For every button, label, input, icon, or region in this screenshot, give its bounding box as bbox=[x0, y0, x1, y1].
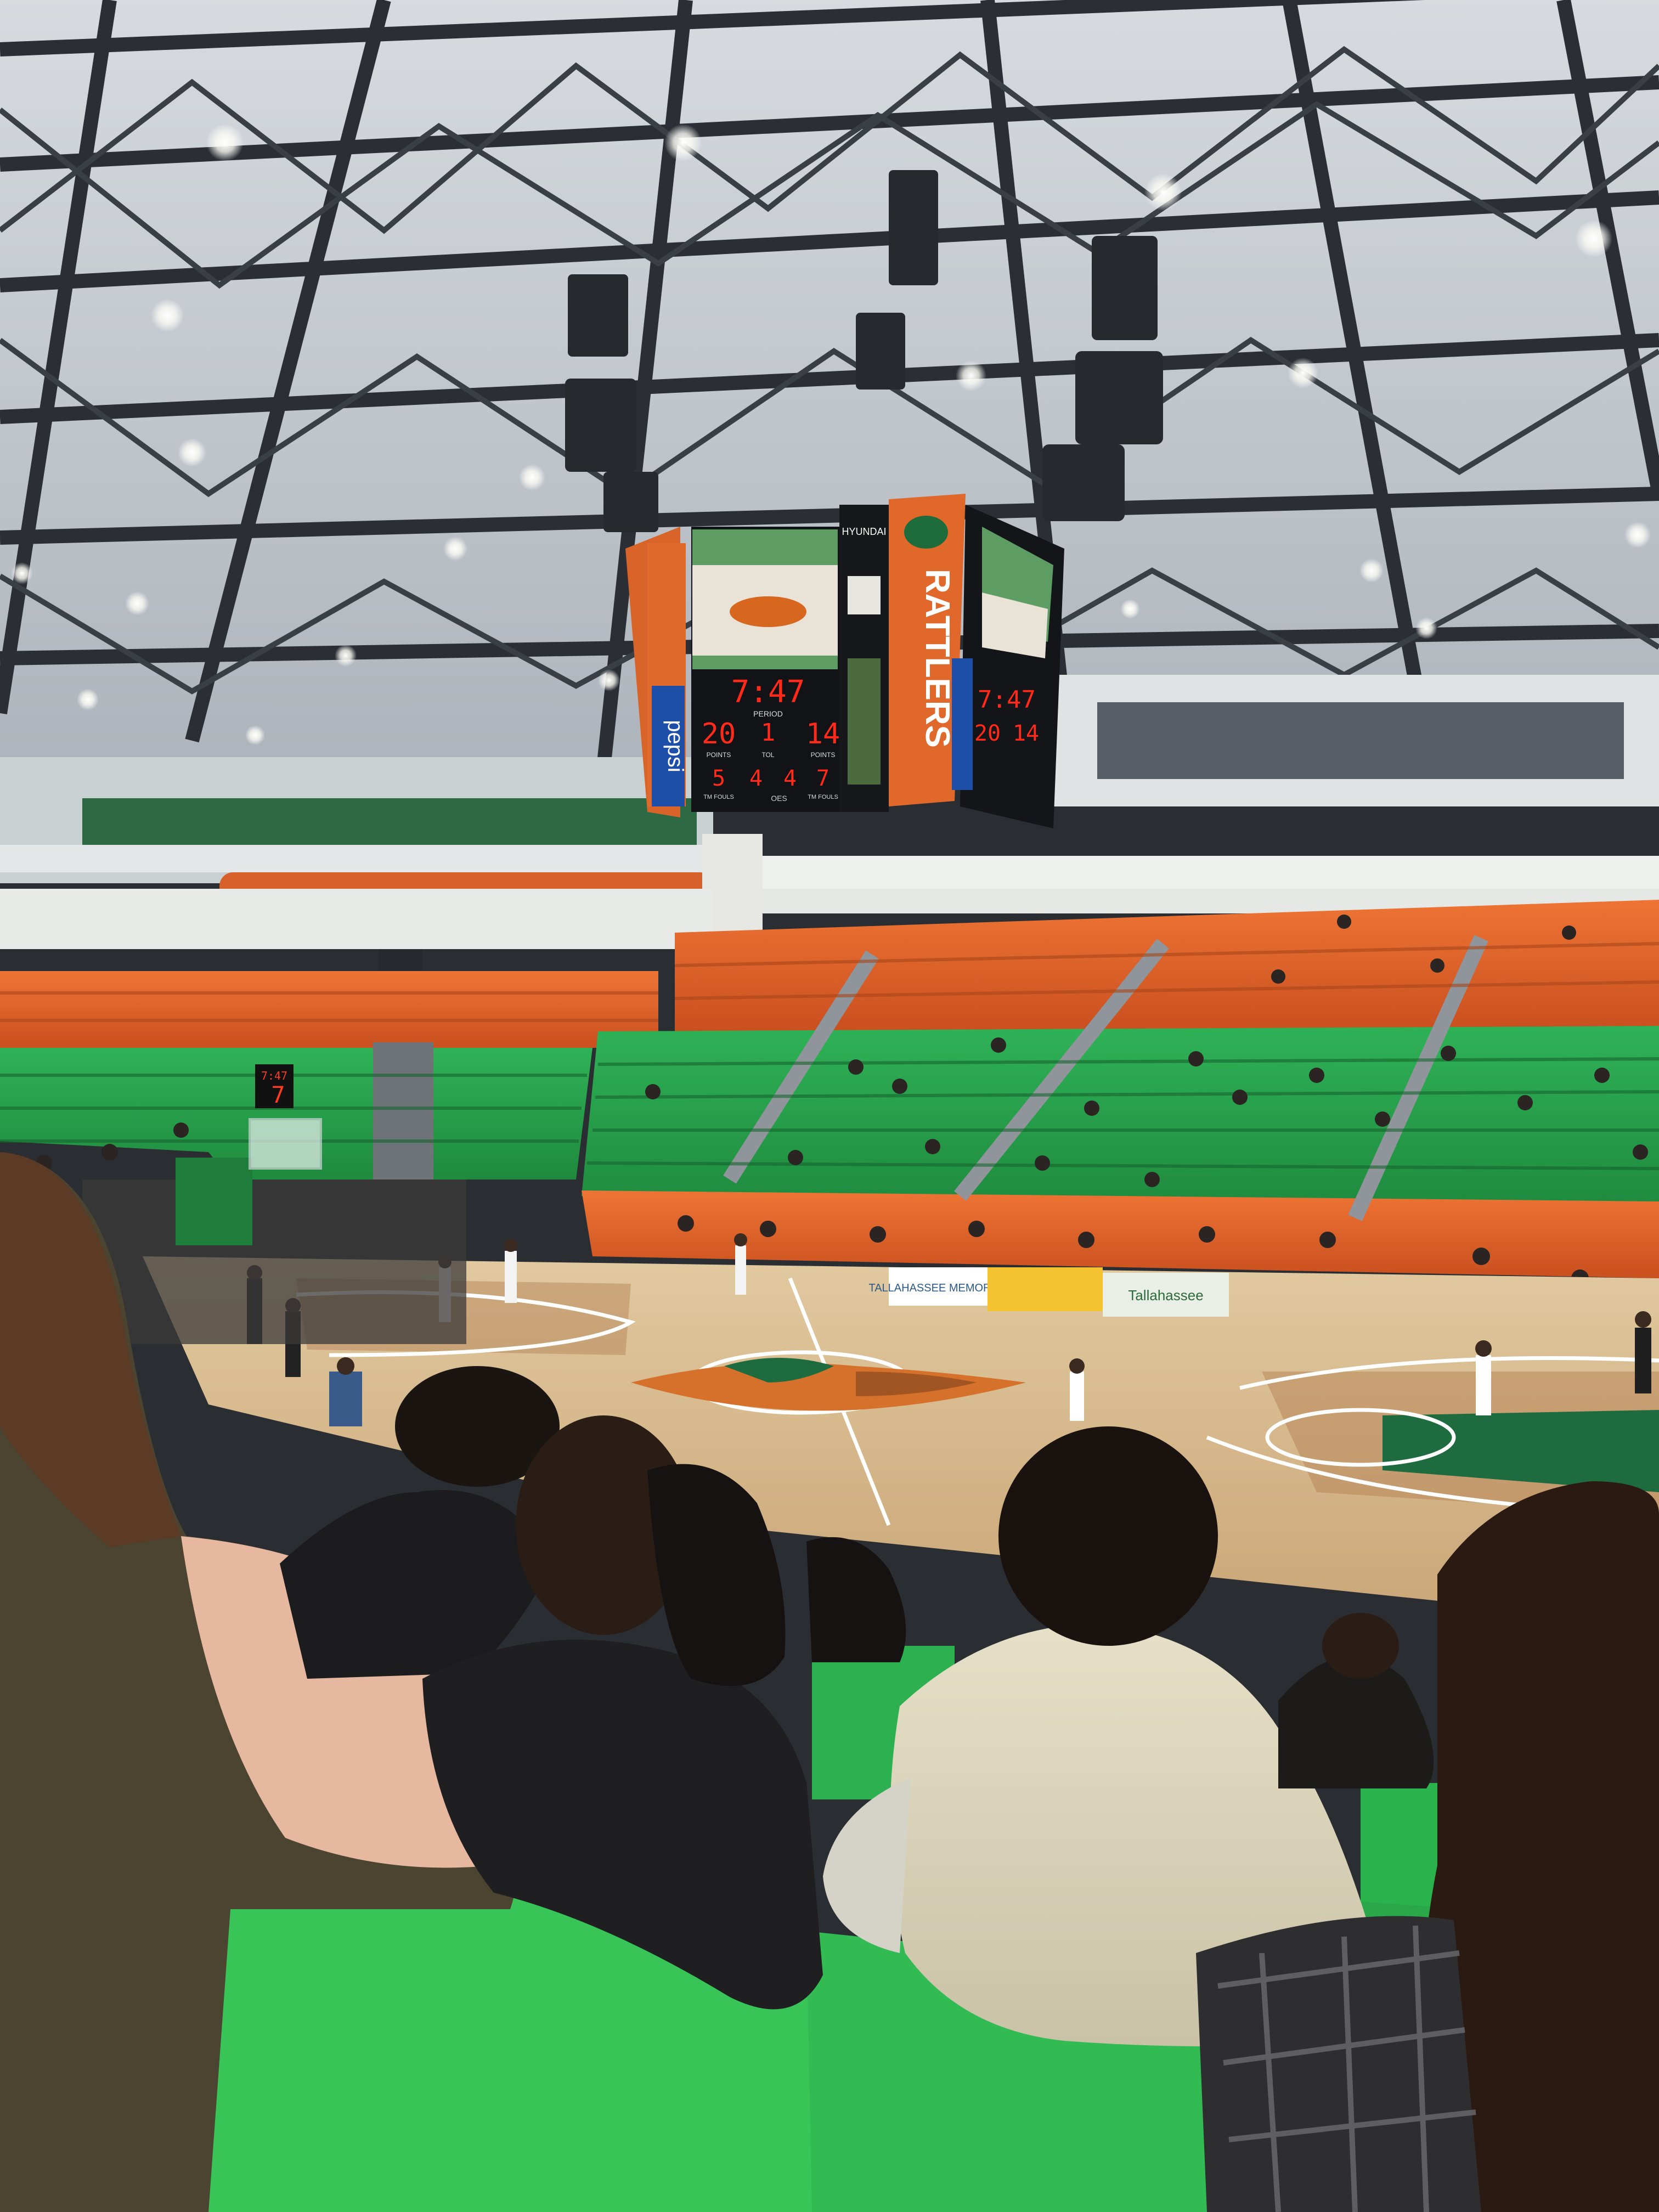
rattlers-text: RATTLERS bbox=[918, 569, 956, 748]
shot-clock-seconds: 7 bbox=[271, 1081, 285, 1108]
right-face-away-score: 14 bbox=[1013, 721, 1039, 746]
bench-area bbox=[82, 1158, 466, 1344]
arena-photo: TALLAHASSEE MEMORIAL Tallahassee 7:47 7 bbox=[0, 0, 1659, 2212]
home-score: 20 bbox=[702, 718, 736, 751]
tm-fouls-label-right: TM FOULS bbox=[808, 794, 838, 800]
shot-clock-game-time: 7:47 bbox=[261, 1069, 287, 1082]
tol-right: 4 bbox=[783, 766, 797, 791]
points-label-left: POINTS bbox=[707, 751, 731, 759]
maker-logo: OES bbox=[771, 794, 787, 803]
right-face-clock: 7:47 bbox=[978, 686, 1036, 714]
points-label-right: POINTS bbox=[811, 751, 836, 759]
right-face-home-score: 20 bbox=[974, 721, 1001, 746]
tol-label: TOL bbox=[761, 751, 774, 759]
fouls-right: 7 bbox=[816, 766, 830, 791]
fouls-left: 5 bbox=[712, 766, 725, 791]
tol-left: 4 bbox=[749, 766, 763, 791]
period-label: PERIOD bbox=[753, 709, 783, 718]
game-clock: 7:47 bbox=[731, 674, 805, 710]
pepsi-logo: pepsi bbox=[663, 720, 687, 772]
period-number: 1 bbox=[761, 719, 776, 747]
hyundai-logo: HYUNDAI bbox=[842, 526, 886, 537]
plaid-shirt bbox=[1196, 1916, 1481, 2212]
center-hung-scoreboard: 7:47 PERIOD 20 1 14 POINTS TOL POINTS 5 … bbox=[625, 494, 1064, 828]
sign-yellow bbox=[988, 1267, 1103, 1311]
sign-tallahassee-text: Tallahassee bbox=[1128, 1287, 1203, 1304]
sign-memorial-text: TALLAHASSEE MEMORIAL bbox=[868, 1282, 1007, 1294]
away-score: 14 bbox=[806, 718, 840, 751]
tm-fouls-label-left: TM FOULS bbox=[703, 794, 734, 800]
